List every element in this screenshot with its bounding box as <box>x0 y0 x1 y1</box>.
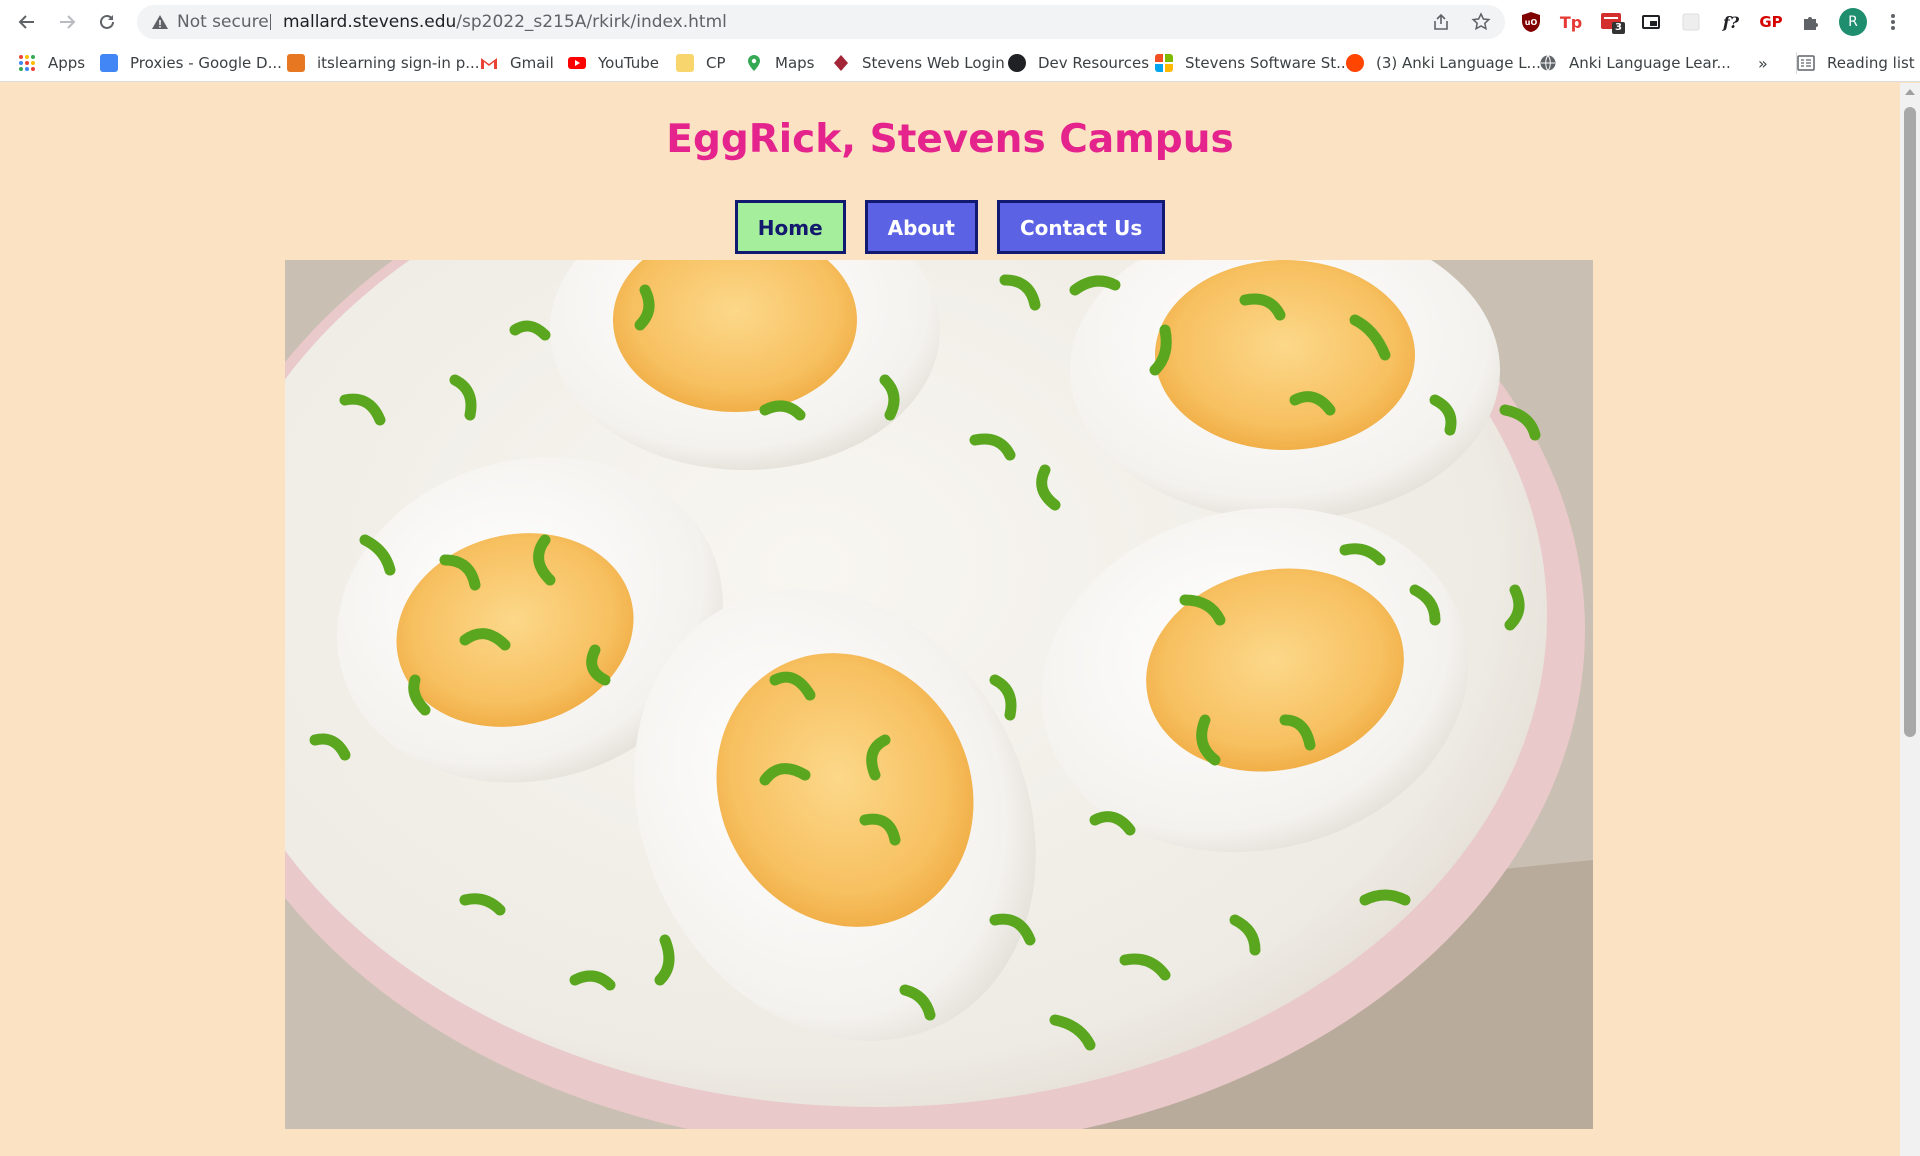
chevron-double-right-icon: » <box>1758 53 1768 73</box>
bookmark-anki[interactable]: Anki Language Lear... <box>1539 52 1731 74</box>
bookmark-cp[interactable]: CP <box>676 52 726 74</box>
bookmarks-bar: Apps Proxies - Google D... itslearning s… <box>0 44 1920 82</box>
bookmark-label: itslearning sign-in p... <box>317 54 480 72</box>
vertical-scrollbar[interactable] <box>1900 83 1920 1156</box>
formula-icon: f? <box>1722 12 1740 32</box>
microsoft-icon <box>1155 54 1173 72</box>
hero-image <box>285 260 1593 1129</box>
reading-list-button[interactable]: Reading list <box>1797 52 1915 74</box>
bookmark-itslearning[interactable]: itslearning sign-in p... <box>287 52 480 74</box>
kebab-menu-icon <box>1891 14 1895 30</box>
apps-grid-icon <box>19 55 35 71</box>
reload-icon <box>100 14 114 29</box>
bookmark-label: Gmail <box>510 54 554 72</box>
url-host: mallard.stevens.edu <box>283 12 457 32</box>
reading-list-label: Reading list <box>1827 54 1915 72</box>
share-icon[interactable] <box>1431 12 1451 32</box>
security-status[interactable]: Not secure <box>177 5 269 39</box>
scroll-up-arrow-icon[interactable] <box>1905 89 1915 95</box>
profile-initial: R <box>1848 14 1858 30</box>
scroll-thumb[interactable] <box>1904 107 1916 737</box>
mail-extension[interactable]: 3 <box>1599 10 1625 34</box>
gp-extension[interactable]: GP <box>1759 10 1783 34</box>
bookmark-label: Proxies - Google D... <box>130 54 282 72</box>
back-arrow-icon <box>18 15 34 29</box>
warning-icon <box>152 15 168 29</box>
reload-button[interactable] <box>93 8 121 36</box>
site-nav: Home About Contact Us <box>0 200 1900 254</box>
browser-toolbar: Not secure mallard.stevens.edu/sp2022_s2… <box>0 0 1920 44</box>
bookmarks-overflow-button[interactable]: » <box>1758 52 1768 74</box>
gmail-icon <box>481 58 497 69</box>
bookmark-star-icon[interactable] <box>1471 12 1491 32</box>
blank-extension[interactable] <box>1679 10 1703 34</box>
bookmark-apps[interactable]: Apps <box>18 52 85 74</box>
eggs-illustration <box>285 260 1593 1129</box>
bookmark-label: YouTube <box>598 54 659 72</box>
bookmark-label: Dev Resources <box>1038 54 1150 72</box>
page-content: EggRick, Stevens Campus Home About Conta… <box>0 83 1900 1156</box>
nav-about-button[interactable]: About <box>864 200 978 254</box>
itslearning-icon <box>287 54 305 72</box>
bookmark-dev-resources[interactable]: Dev Resources <box>1008 52 1149 74</box>
nav-contact-button[interactable]: Contact Us <box>996 200 1166 254</box>
url-text[interactable]: mallard.stevens.edu/sp2022_s215A/rkirk/i… <box>283 5 727 39</box>
bookmark-label: CP <box>706 54 726 72</box>
browser-menu-button[interactable] <box>1881 10 1905 34</box>
dr-icon <box>1008 54 1026 72</box>
profile-avatar[interactable]: R <box>1839 8 1867 36</box>
ublock-extension[interactable]: uO <box>1519 10 1543 34</box>
globe-icon <box>1540 55 1556 71</box>
gp-icon: GP <box>1759 13 1783 31</box>
bookmark-label: Apps <box>48 54 86 72</box>
tp-icon: Tp <box>1559 12 1583 32</box>
bookmark-label: (3) Anki Language L... <box>1376 54 1541 72</box>
url-path: /sp2022_s215A/rkirk/index.html <box>456 12 727 32</box>
tp-extension[interactable]: Tp <box>1559 10 1583 34</box>
youtube-icon <box>568 57 586 69</box>
pip-extension[interactable] <box>1639 10 1663 34</box>
formula-extension[interactable]: f? <box>1719 10 1743 34</box>
maps-pin-icon <box>748 55 760 71</box>
mail-badge: 3 <box>1612 22 1625 34</box>
folder-icon <box>676 54 694 72</box>
blank-extension-icon <box>1682 13 1700 31</box>
omnibox-separator <box>270 14 271 30</box>
bookmark-proxies[interactable]: Proxies - Google D... <box>100 52 282 74</box>
bookmark-maps[interactable]: Maps <box>745 52 814 74</box>
bookmark-youtube[interactable]: YouTube <box>568 52 659 74</box>
bookmark-label: Anki Language Lear... <box>1569 54 1731 72</box>
forward-button[interactable] <box>53 8 81 36</box>
bookmark-label: Maps <box>775 54 815 72</box>
bookmark-stevens-login[interactable]: Stevens Web Login <box>832 52 1005 74</box>
google-docs-icon <box>100 54 118 72</box>
forward-arrow-icon <box>60 15 76 29</box>
address-bar[interactable]: Not secure mallard.stevens.edu/sp2022_s2… <box>137 5 1505 39</box>
nav-home-button[interactable]: Home <box>734 200 846 254</box>
svg-text:uO: uO <box>1525 18 1538 27</box>
page-title: EggRick, Stevens Campus <box>666 117 1234 162</box>
ublock-icon: uO <box>1522 12 1540 32</box>
bookmark-label: Stevens Software St... <box>1185 54 1351 72</box>
bookmark-gmail[interactable]: Gmail <box>480 52 554 74</box>
stevens-icon <box>834 55 848 71</box>
bookmark-label: Stevens Web Login <box>862 54 1005 72</box>
extensions-menu-button[interactable] <box>1799 10 1823 34</box>
reading-list-icon <box>1797 55 1815 71</box>
bookmark-stevens-software[interactable]: Stevens Software St... <box>1155 52 1350 74</box>
puzzle-icon <box>1804 17 1818 30</box>
back-button[interactable] <box>13 8 41 36</box>
bookmark-anki-reddit[interactable]: (3) Anki Language L... <box>1346 52 1541 74</box>
picture-in-picture-icon <box>1642 15 1660 29</box>
reddit-icon <box>1346 54 1364 72</box>
